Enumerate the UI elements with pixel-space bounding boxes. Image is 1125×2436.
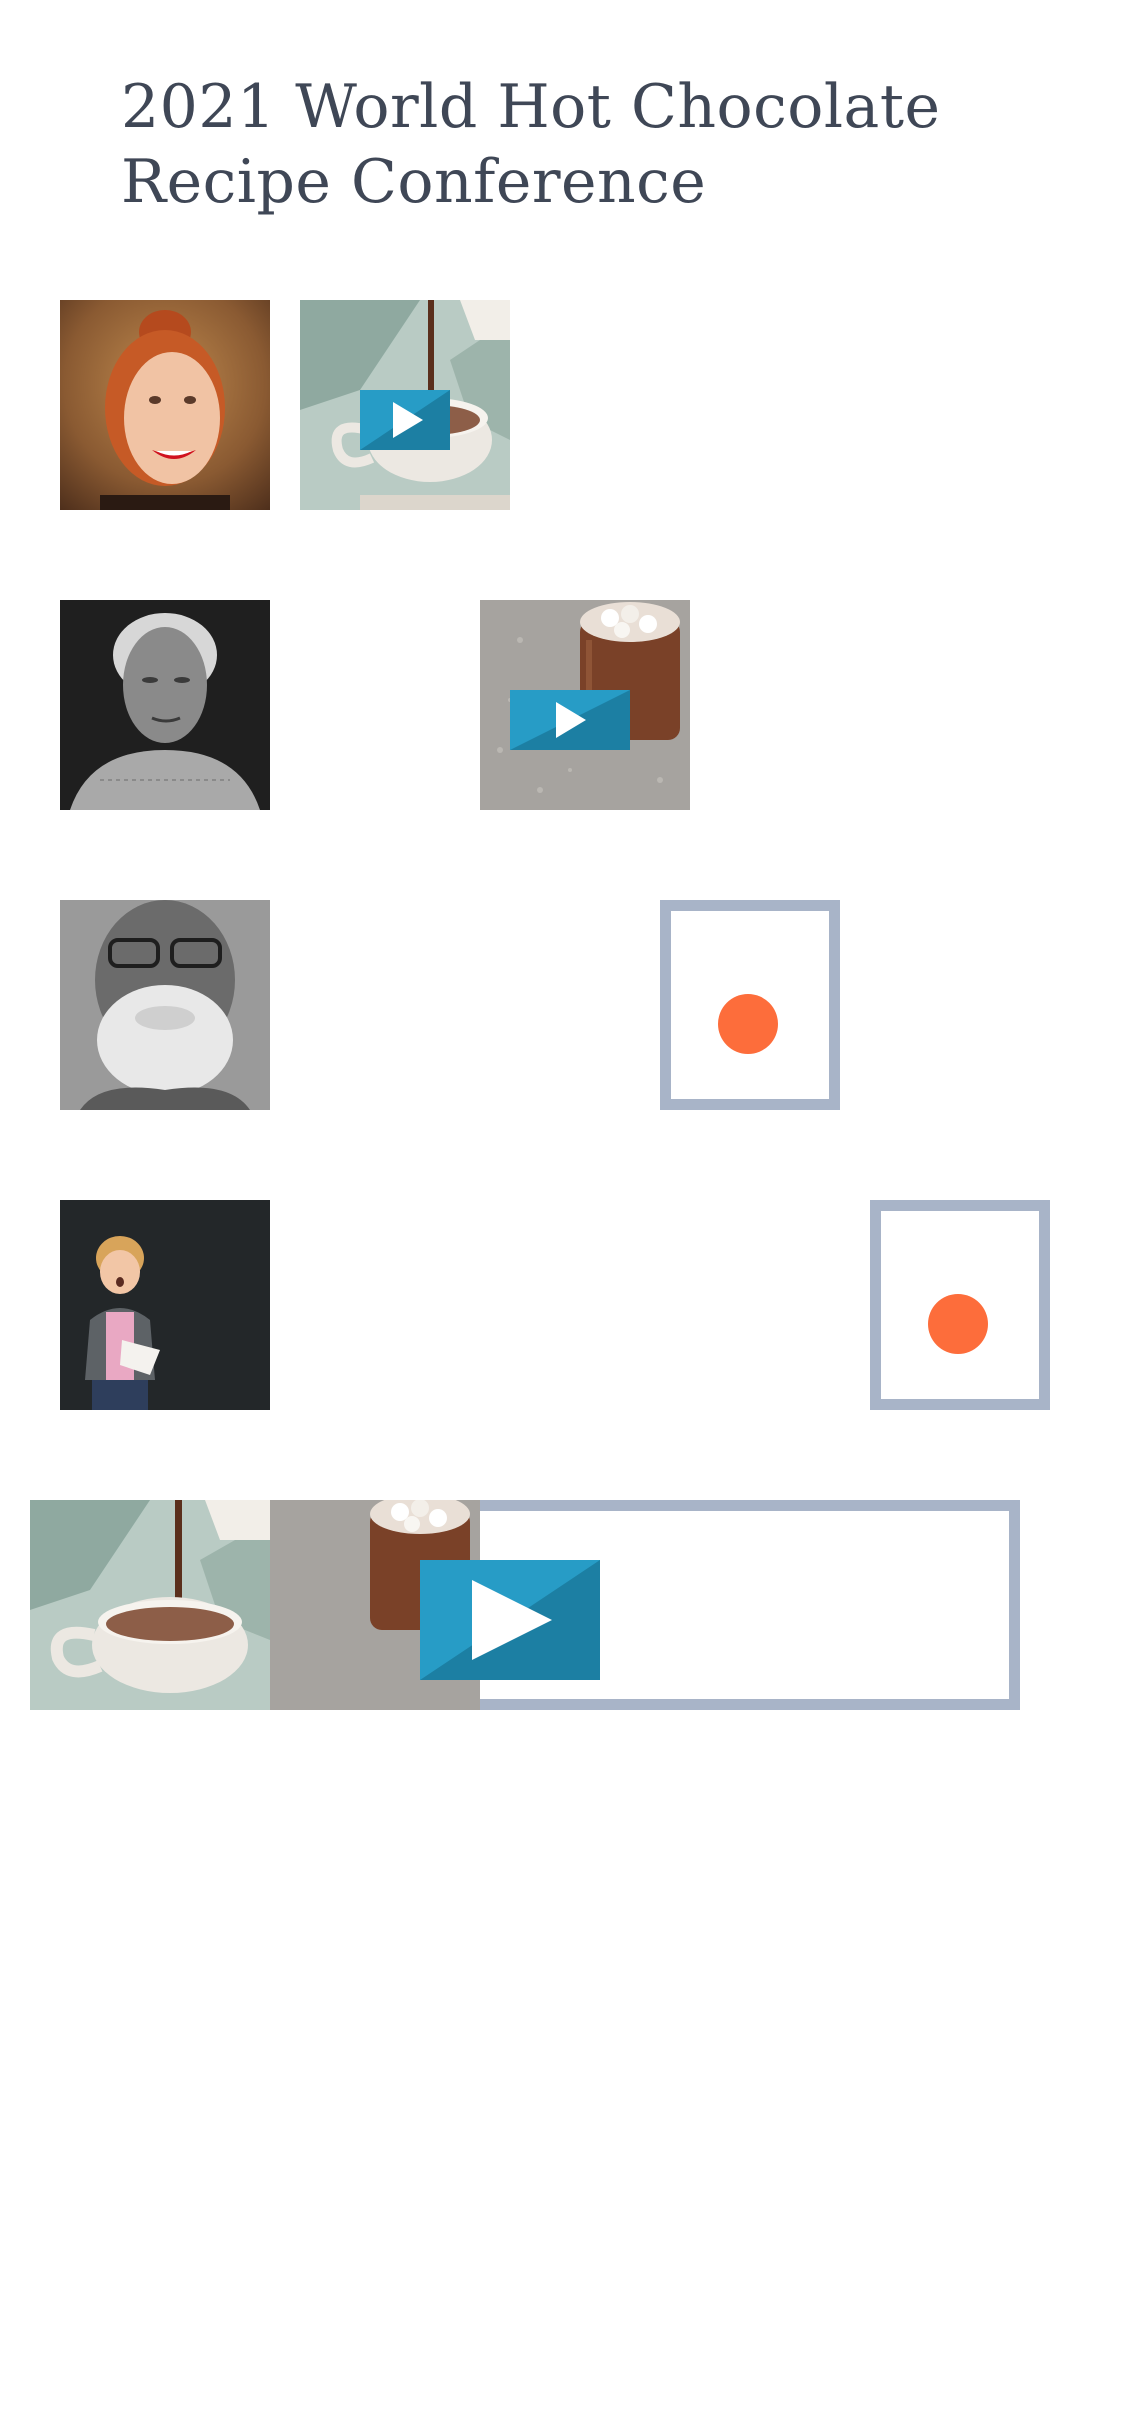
main-play-button[interactable] xyxy=(420,1560,600,1680)
play-button[interactable] xyxy=(510,690,630,750)
record-placeholder-2[interactable] xyxy=(870,1200,1050,1410)
surprised-child-photo xyxy=(60,1200,270,1410)
smiling-woman-photo xyxy=(60,300,270,510)
wide-thumbnail-pouring-chocolate[interactable] xyxy=(30,1500,270,1710)
play-icon xyxy=(393,402,423,438)
elderly-woman-photo xyxy=(60,600,270,810)
bearded-man-photo xyxy=(60,900,270,1110)
play-button[interactable] xyxy=(360,390,450,450)
speaker-photo-young-woman[interactable] xyxy=(60,300,270,510)
record-dot-icon xyxy=(928,1294,988,1354)
video-thumbnail-pouring-chocolate[interactable] xyxy=(300,300,510,510)
record-dot-icon xyxy=(718,994,778,1054)
video-thumbnail-marshmallow-jar[interactable] xyxy=(480,600,690,810)
play-icon xyxy=(556,702,586,738)
speaker-photo-bearded-man[interactable] xyxy=(60,900,270,1110)
pouring-chocolate-photo xyxy=(30,1500,270,1710)
page-title: 2021 World Hot Chocolate Recipe Conferen… xyxy=(121,72,941,217)
play-icon xyxy=(472,1580,552,1660)
record-placeholder-1[interactable] xyxy=(660,900,840,1110)
speaker-photo-elderly-woman[interactable] xyxy=(60,600,270,810)
speaker-photo-child[interactable] xyxy=(60,1200,270,1410)
